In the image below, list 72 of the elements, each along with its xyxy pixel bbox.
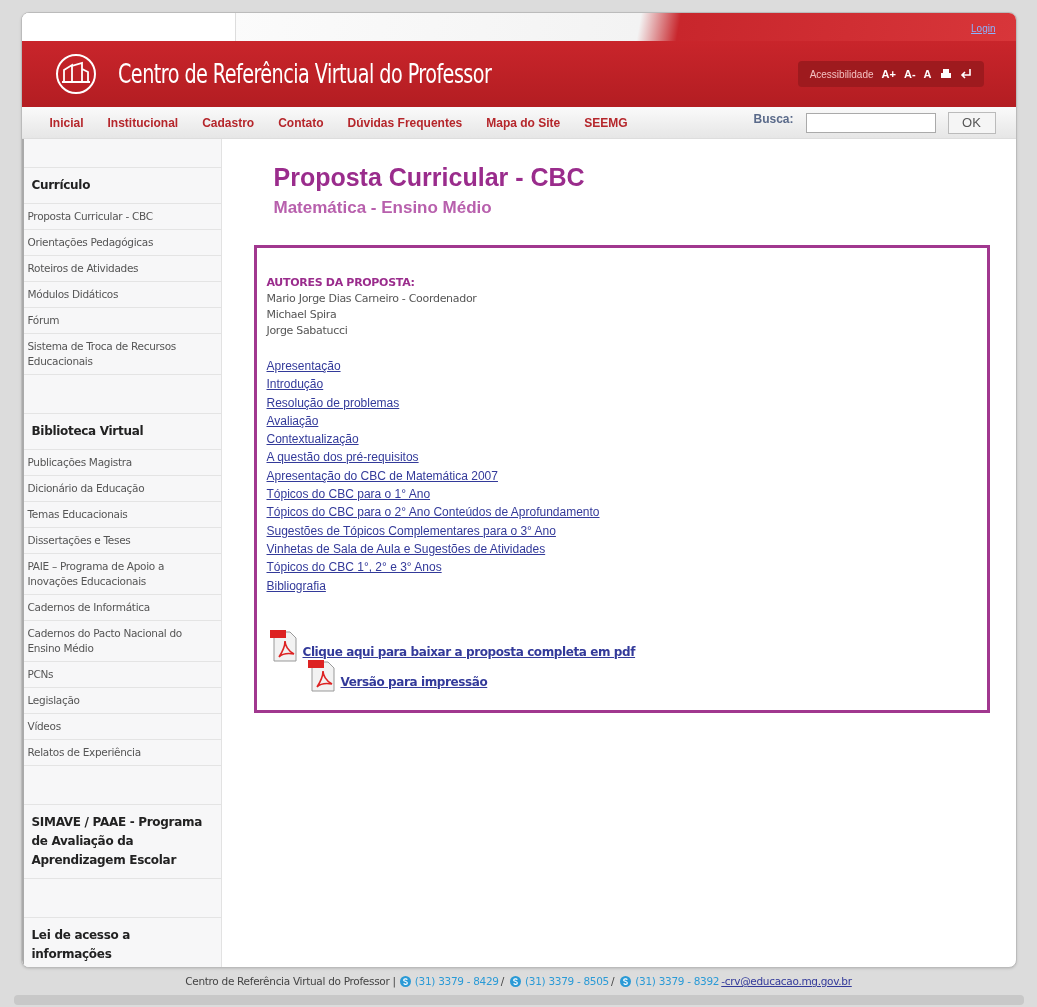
sidebar-link[interactable]: PAIE – Programa de Apoio a Inovações Educacionais [23, 554, 221, 595]
pdf-file-icon [268, 628, 299, 663]
author-name: Mario Jorge Dias Carneiro - Coordenador [266, 291, 478, 307]
page-title: Proposta Curricular - CBC [273, 163, 586, 191]
section-link[interactable]: Tópicos do CBC para o 2° Ano Conteúdos de Aprofundamento [266, 503, 600, 522]
sidebar-link[interactable]: Relatos de Experiência [23, 740, 221, 766]
sidebar-link[interactable]: Orientações Pedagógicas [23, 230, 221, 256]
page-subtitle: Matemática - Ensino Médio [273, 197, 493, 219]
nav-link[interactable]: SEEMG [584, 113, 628, 132]
search-label: Busca: [753, 110, 794, 128]
sidebar-link[interactable]: Módulos Didáticos [23, 282, 221, 308]
sidebar-link[interactable]: Cadernos de Informática [23, 595, 221, 621]
section-link[interactable]: Contextualização [266, 430, 359, 449]
section-link[interactable]: Tópicos do CBC para o 1° Ano [266, 485, 431, 504]
section-link[interactable]: Tópicos do CBC 1°, 2° e 3° Anos [266, 558, 442, 577]
section-link[interactable]: Apresentação do CBC de Matemática 2007 [266, 466, 498, 486]
phone-badge-icon [510, 976, 521, 988]
pdf-download-link[interactable]: Clique aqui para baixar a proposta completa em pdf [302, 642, 636, 661]
authors-heading: AUTORES DA PROPOSTA: [266, 274, 416, 291]
sidebar-link[interactable]: Publicações Magistra [23, 450, 221, 476]
section-link[interactable]: Vinhetas de Sala de Aula e Sugestões de Atividades [266, 539, 546, 559]
sidebar-link[interactable]: PCNs [23, 662, 221, 688]
section-link[interactable]: Sugestões de Tópicos Complementares para o 3° Ano [266, 521, 556, 540]
sidebar-link[interactable]: Sistema de Troca de Recursos Educacionais [23, 334, 221, 375]
phone-number: (31) 3379 - 8429 [414, 974, 499, 989]
nav-link[interactable]: Contato [278, 113, 324, 132]
separator-slash: / [500, 974, 504, 989]
site-title: Centro de Referência Virtual do Professor [117, 57, 491, 91]
nav-link[interactable]: Dúvidas Frequentes [347, 113, 463, 132]
sidebar-heading: Lei de acesso a informações [23, 917, 221, 967]
font-size-button[interactable]: A- [903, 65, 916, 83]
section-link[interactable]: A questão dos pré-requisitos [266, 448, 419, 467]
email-link[interactable]: -crv@educacao.mg.gov.br [721, 974, 852, 990]
nav-link[interactable]: Inicial [49, 113, 84, 132]
sidebar-link[interactable]: Cadernos do Pacto Nacional do Ensino Médio [23, 621, 221, 662]
footer-site-name: Centro de Referência Virtual do Professor | [185, 974, 396, 990]
building-logo-icon [53, 52, 98, 96]
sidebar-heading: Biblioteca Virtual [23, 413, 221, 450]
sidebar-link[interactable]: Legislação [23, 688, 221, 714]
sidebar-link[interactable]: Fórum [23, 308, 221, 334]
font-size-button[interactable]: A+ [881, 65, 896, 83]
author-name: Michael Spira [266, 307, 338, 323]
search-field[interactable] [805, 112, 936, 133]
phone-badge-icon [620, 976, 632, 988]
sidebar-link[interactable]: Proposta Curricular - CBC [23, 204, 221, 230]
pdf-download-link[interactable]: Versão para impressão [340, 672, 488, 691]
print-icon[interactable] [939, 68, 952, 80]
phone-badge-icon [399, 976, 411, 988]
pdf-file-icon [306, 658, 337, 693]
section-link[interactable]: Bibliografia [266, 576, 326, 595]
accessibility-label: Acessibilidade [809, 67, 874, 82]
ok-button[interactable]: OK [947, 111, 996, 134]
phone-number: (31) 3379 - 8392 [635, 974, 720, 989]
sidebar-link[interactable]: Vídeos [23, 714, 221, 740]
nav-link[interactable]: Mapa do Site [486, 113, 561, 132]
section-link[interactable]: Avaliação [266, 411, 319, 431]
sidebar-link[interactable]: Temas Educacionais [23, 502, 221, 528]
sidebar-heading: Currículo [23, 167, 221, 204]
nav-link[interactable]: Institucional [107, 113, 179, 132]
font-size-button[interactable]: A [923, 65, 932, 83]
sidebar-heading: SIMAVE / PAAE - Programa de Avaliação da Aprendizagem Escolar [23, 804, 221, 879]
section-link[interactable]: Apresentação [266, 357, 341, 376]
return-arrow-icon[interactable] [959, 68, 972, 80]
author-name: Jorge Sabatucci [266, 323, 349, 339]
sidebar-link[interactable]: Dicionário da Educação [23, 476, 221, 502]
separator-slash: / [611, 974, 615, 989]
nav-link[interactable]: Cadastro [202, 113, 255, 132]
phone-number: (31) 3379 - 8505 [525, 974, 609, 989]
section-link[interactable]: Introdução [266, 375, 324, 394]
sidebar-link[interactable]: Roteiros de Atividades [23, 256, 221, 282]
section-link[interactable]: Resolução de problemas [266, 393, 400, 412]
sidebar-link[interactable]: Dissertações e Teses [23, 528, 221, 554]
